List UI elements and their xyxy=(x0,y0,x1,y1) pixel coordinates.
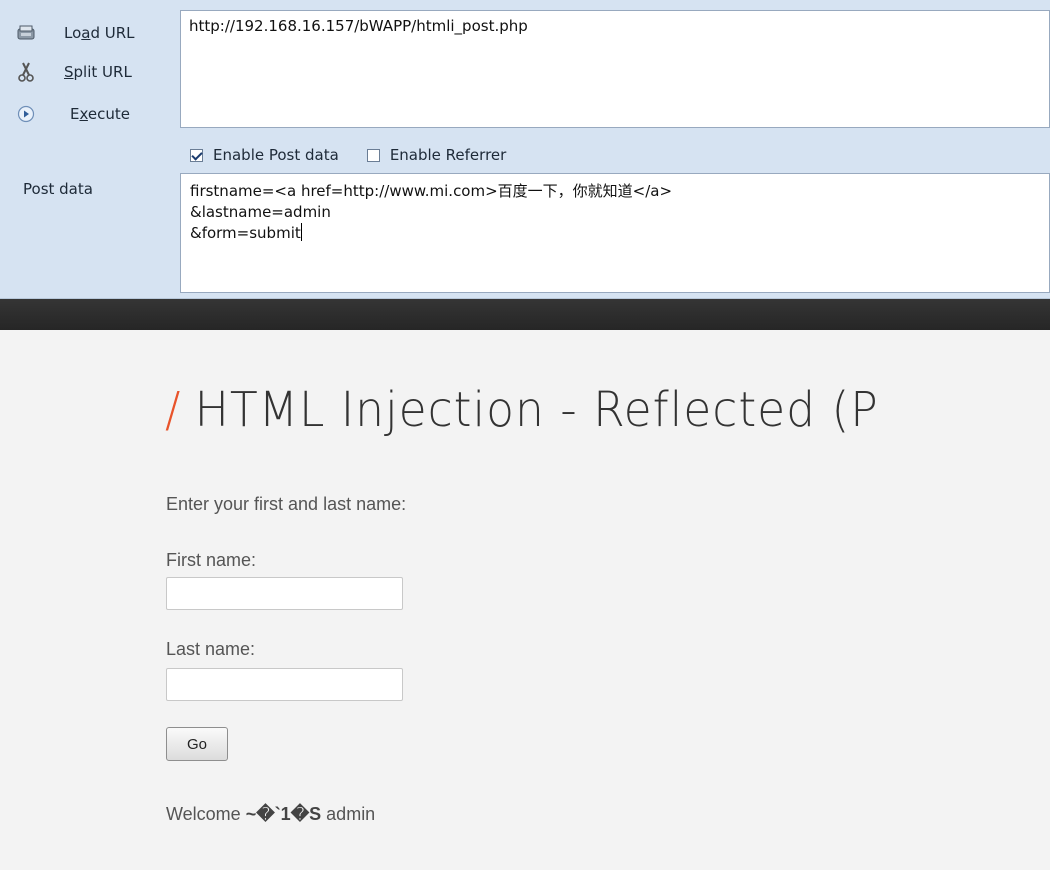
url-value: http://192.168.16.157/bWAPP/htmli_post.p… xyxy=(189,17,528,35)
first-name-input[interactable] xyxy=(166,577,403,610)
url-textarea[interactable]: http://192.168.16.157/bWAPP/htmli_post.p… xyxy=(180,10,1050,128)
page-header-strip xyxy=(0,299,1050,330)
page-content: / HTML Injection - Reflected (P Enter you… xyxy=(0,330,1050,870)
welcome-injected-name: ~�`1�S xyxy=(245,804,322,824)
enable-post-checkbox[interactable]: Enable Post data xyxy=(190,146,339,164)
welcome-message: Welcome ~�`1�S admin xyxy=(166,804,376,824)
intro-text: Enter your first and last name: xyxy=(166,494,407,514)
post-data-textarea[interactable]: firstname=<a href=http://www.mi.com>百度一下… xyxy=(180,173,1050,293)
last-name-label: Last name: xyxy=(166,639,256,659)
checkbox-unchecked-icon xyxy=(366,148,380,162)
load-url-button[interactable]: Load URL xyxy=(14,20,135,46)
checkbox-checked-icon xyxy=(190,148,203,162)
post-data-line: &lastname=admin xyxy=(190,203,331,221)
split-url-button[interactable]: Split URL xyxy=(14,59,132,85)
last-name-input[interactable] xyxy=(166,668,403,701)
post-data-line: &form=submit xyxy=(190,223,302,242)
enable-referrer-label: Enable Referrer xyxy=(389,146,507,164)
post-data-line: firstname=<a href=http://www.mi.com>百度一下… xyxy=(190,182,673,200)
load-url-icon xyxy=(14,22,38,44)
post-data-label: Post data xyxy=(23,180,93,198)
first-name-label: First name: xyxy=(166,550,257,570)
enable-referrer-checkbox[interactable]: Enable Referrer xyxy=(366,146,507,164)
page-title: / HTML Injection - Reflected (P xyxy=(165,382,879,438)
hackbar-panel: Load URL Split URL Execute http://192.16… xyxy=(0,0,1050,299)
scissors-icon xyxy=(14,61,38,83)
title-slash: / xyxy=(165,382,182,438)
execute-play-icon xyxy=(14,103,38,125)
text-caret xyxy=(300,223,302,241)
enable-post-label: Enable Post data xyxy=(213,146,339,164)
go-button[interactable]: Go xyxy=(166,727,228,761)
hackbar-options: Enable Post data Enable Referrer xyxy=(190,140,534,170)
execute-button[interactable]: Execute xyxy=(14,101,130,127)
